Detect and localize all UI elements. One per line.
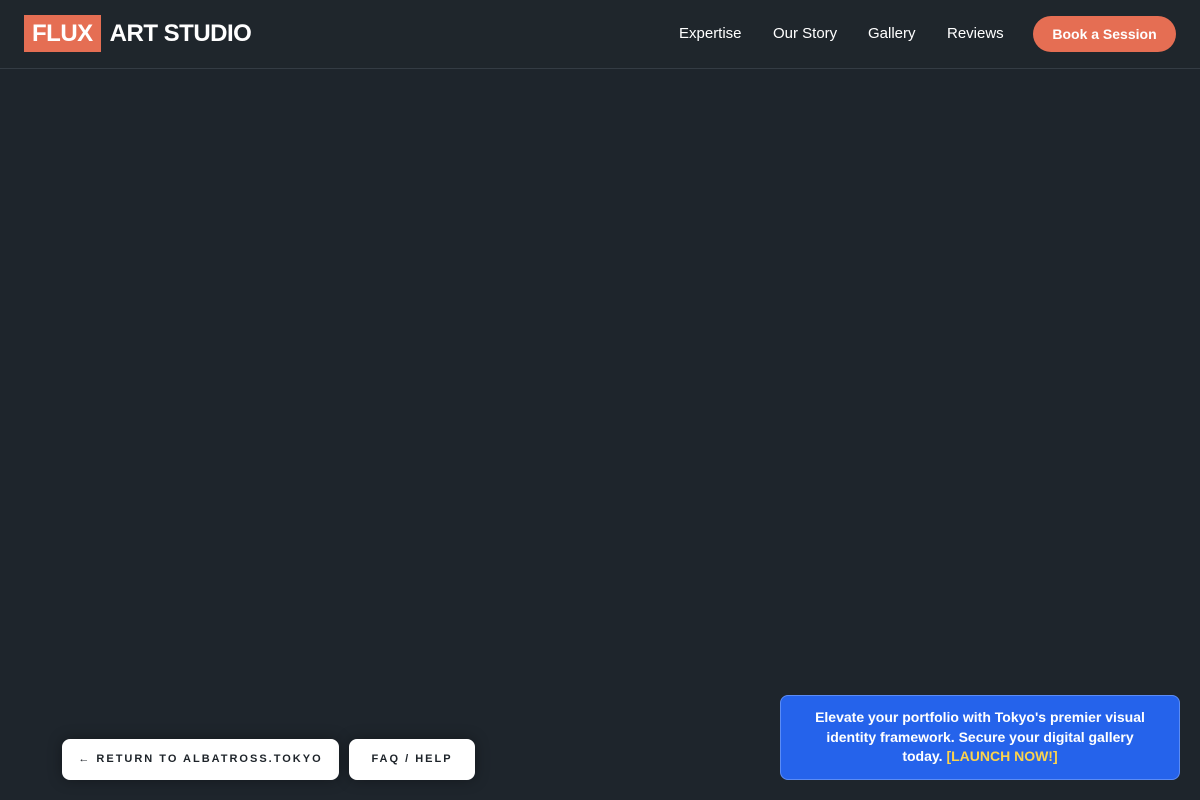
- logo-text: ART STUDIO: [109, 19, 252, 47]
- book-session-button[interactable]: Book a Session: [1033, 16, 1176, 52]
- nav-link-expertise[interactable]: Expertise: [679, 24, 742, 44]
- nav-link-our-story[interactable]: Our Story: [773, 24, 837, 44]
- top-navigation-bar: FLUX ART STUDIO Expertise Our Story Gall…: [0, 0, 1200, 69]
- nav-link-reviews[interactable]: Reviews: [947, 24, 1004, 44]
- return-to-albatross-button[interactable]: ← RETURN TO ALBATROSS.TOKYO: [62, 739, 339, 780]
- nav-link-gallery[interactable]: Gallery: [868, 24, 916, 44]
- promo-banner: Elevate your portfolio with Tokyo's prem…: [780, 695, 1180, 780]
- logo-mark: FLUX: [24, 15, 101, 52]
- faq-help-button[interactable]: FAQ / HELP: [349, 739, 475, 780]
- brand-logo[interactable]: FLUX ART STUDIO: [24, 15, 252, 52]
- launch-now-link[interactable]: [LAUNCH NOW!]: [946, 748, 1057, 764]
